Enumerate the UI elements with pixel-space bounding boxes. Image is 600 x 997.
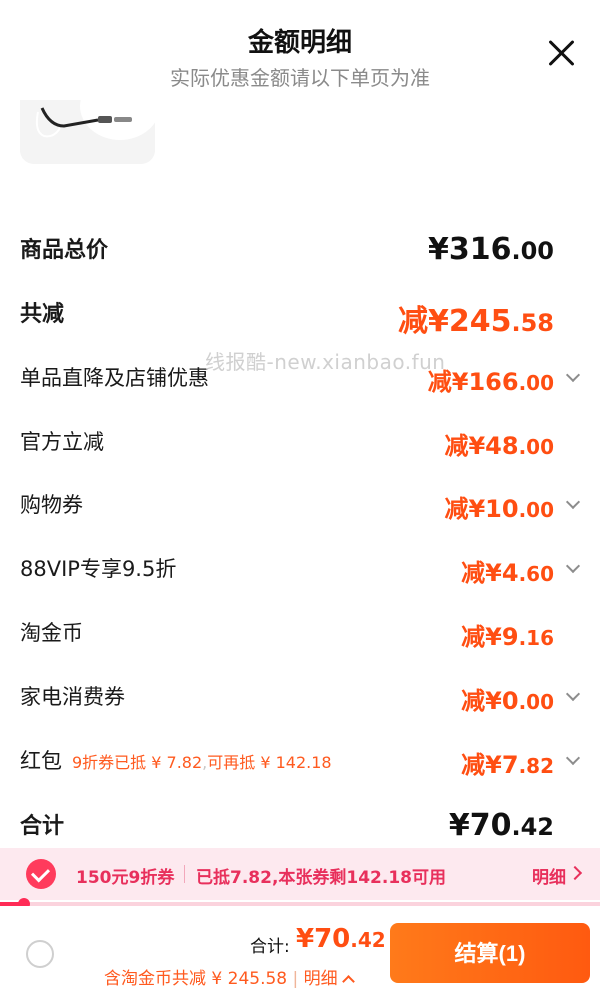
row-label: 商品总价 — [20, 238, 109, 263]
row-label: 单品直降及店铺优惠 — [20, 366, 209, 390]
chevron-down-icon[interactable] — [566, 755, 578, 767]
product-thumbnail — [20, 98, 155, 164]
row-label: 官方立减 — [20, 430, 104, 454]
total-label: 合计: — [250, 937, 290, 957]
coupon-description: 已抵7.82,本张券剩142.18可用 — [196, 868, 447, 888]
chevron-down-icon[interactable] — [566, 372, 578, 384]
watermark: 线报酷-new.xianbao.fun — [205, 350, 446, 374]
row-value: 减¥10.00 — [444, 495, 554, 523]
chevron-down-icon[interactable] — [566, 691, 578, 703]
product-image-icon — [20, 98, 155, 164]
row-label: 合计 — [20, 814, 65, 839]
coupon-name: 150元9折券 — [76, 868, 175, 888]
row-value: 减¥9.16 — [461, 623, 554, 651]
saving-summary[interactable]: 含淘金币共减 ¥ 245.58 | 明细 — [104, 964, 355, 989]
row-value: 减¥48.00 — [444, 432, 554, 460]
row-value: 减¥4.60 — [461, 559, 554, 587]
divider — [184, 865, 185, 883]
row-appliance-coupon[interactable]: 家电消费券 减¥0.00 — [0, 681, 600, 721]
coupon-detail-link[interactable]: 明细 — [532, 863, 566, 888]
row-hongbao[interactable]: 红包 9折券已抵 ¥ 7.82,可再抵 ¥ 142.18 减¥7.82 — [0, 745, 600, 785]
row-official-discount: 官方立减 减¥48.00 — [0, 426, 600, 466]
row-value: ¥70.42 — [448, 808, 554, 843]
row-shopping-coupon[interactable]: 购物券 减¥10.00 — [0, 489, 600, 529]
row-value: 减¥166.00 — [427, 368, 554, 396]
row-value: 减¥0.00 — [461, 687, 554, 715]
page-title: 金额明细 — [247, 28, 352, 58]
row-label: 共减 — [20, 302, 65, 327]
select-all-radio[interactable] — [26, 940, 54, 968]
row-value: 减¥245.58 — [397, 304, 554, 339]
chevron-down-icon[interactable] — [566, 499, 578, 511]
coupon-bar[interactable]: 150元9折券 已抵7.82,本张券剩142.18可用 明细 — [0, 848, 600, 900]
total-value: ¥70.42 — [296, 924, 386, 954]
row-label: 淘金币 — [20, 621, 83, 645]
page-subtitle: 实际优惠金额请以下单页为准 — [170, 66, 430, 90]
row-subtotal: 合计 ¥70.42 — [0, 808, 600, 848]
chevron-up-icon[interactable] — [341, 975, 355, 988]
settle-button[interactable]: 结算(1) — [390, 923, 590, 983]
row-total-price: 商品总价 ¥316.00 — [0, 232, 600, 272]
sheet-header: 金额明细 实际优惠金额请以下单页为准 — [0, 0, 600, 100]
row-label: 家电消费券 — [20, 685, 125, 709]
row-vip-discount[interactable]: 88VIP专享9.5折 减¥4.60 — [0, 553, 600, 593]
chevron-right-icon[interactable] — [567, 865, 583, 881]
chevron-down-icon[interactable] — [566, 563, 578, 575]
hongbao-note: 9折券已抵 ¥ 7.82,可再抵 ¥ 142.18 — [72, 753, 332, 772]
row-taojinbi: 淘金币 减¥9.16 — [0, 617, 600, 657]
row-total-discount: 共减 减¥245.58 — [0, 296, 600, 339]
row-value: ¥316.00 — [427, 232, 554, 267]
close-icon[interactable] — [546, 38, 576, 68]
row-label: 购物券 — [20, 493, 83, 517]
row-value: 减¥7.82 — [461, 751, 554, 779]
row-label: 88VIP专享9.5折 — [20, 557, 177, 581]
checkmark-icon[interactable] — [26, 859, 56, 889]
checkout-bar: 合计: ¥70.42 含淘金币共减 ¥ 245.58 | 明细 结算(1) — [0, 906, 600, 997]
row-label: 红包 9折券已抵 ¥ 7.82,可再抵 ¥ 142.18 — [20, 749, 332, 773]
